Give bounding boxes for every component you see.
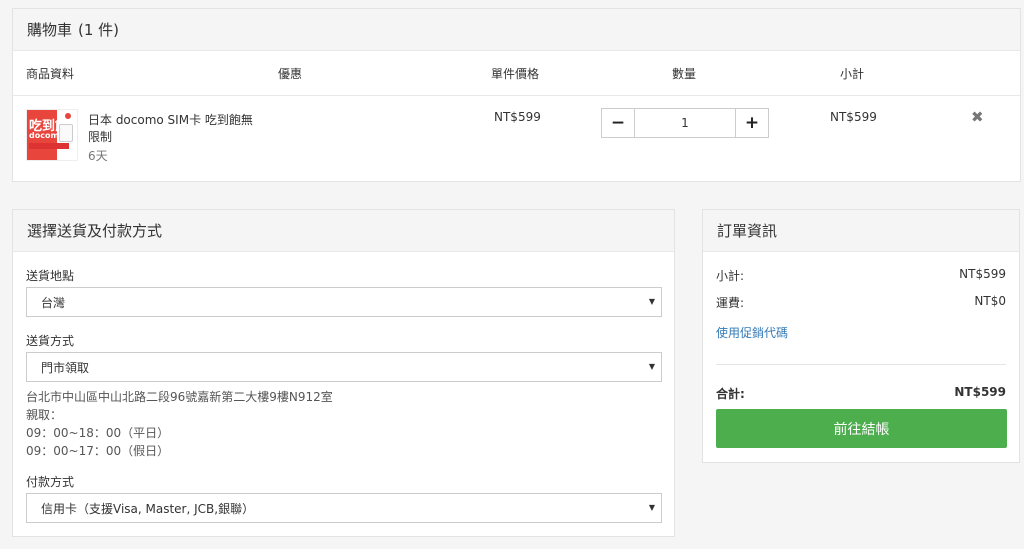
unit-price: NT$599 [494,110,541,124]
holiday-hours: 09：00~17：00（假日） [26,444,170,458]
total-value: NT$599 [954,385,1006,399]
item-subtotal: NT$599 [830,110,877,124]
shipping-fee-label: 運費: [716,296,745,310]
cart-panel: 購物車 (1 件) 商品資料 優惠 單件價格 數量 小計 吃到飽 docomo … [12,8,1021,182]
cart-header: 購物車 (1 件) [13,9,1020,51]
cart-divider [13,95,1020,96]
shipping-fee-value: NT$0 [974,294,1006,308]
subtotal-label: 小計: [716,269,745,283]
destination-select[interactable]: 台灣 ▼ [26,287,662,317]
destination-label: 送貨地點 [26,269,75,283]
promo-code-link[interactable]: 使用促銷代碼 [716,324,788,341]
cart-title: 購物車 [27,21,73,39]
column-unit-price: 單件價格 [491,67,540,81]
order-title: 訂單資訊 [717,222,778,240]
shipping-fee-row: 運費: NT$0 [716,294,1006,311]
order-header: 訂單資訊 [703,210,1019,252]
shipping-title: 選擇送貨及付款方式 [27,222,163,240]
increase-quantity-button[interactable]: + [735,109,768,137]
subtotal-value: NT$599 [959,267,1006,281]
total-row: 合計: NT$599 [716,385,1006,402]
product-name[interactable]: 日本 docomo SIM卡 吃到飽無限制 [88,112,258,146]
checkout-button[interactable]: 前往結帳 [716,409,1007,448]
subtotal-row: 小計: NT$599 [716,267,1006,284]
order-divider [716,364,1006,365]
remove-item-icon[interactable]: ✖ [971,108,984,126]
product-thumbnail[interactable]: 吃到飽 docomo [26,109,78,161]
payment-method-value: 信用卡（支援Visa, Master, JCB,銀聯） [41,501,255,516]
shipping-method-select[interactable]: 門市領取 ▼ [26,352,662,382]
quantity-input[interactable] [635,109,735,137]
weekday-hours: 09：00~18：00（平日） [26,426,170,440]
payment-method-label: 付款方式 [26,475,75,489]
pickup-label: 親取： [26,408,63,422]
decrease-quantity-button[interactable]: − [602,109,635,137]
product-variant: 6天 [88,149,108,163]
column-subtotal: 小計 [840,67,865,81]
brand-dot-icon [65,113,71,119]
pickup-address: 台北市中山區中山北路二段96號嘉新第二大樓9樓N912室 親取： 09：00~1… [26,388,333,460]
dropdown-arrow-icon: ▼ [648,362,655,371]
dropdown-arrow-icon: ▼ [648,297,655,306]
quantity-stepper: − + [601,108,769,138]
order-summary-panel: 訂單資訊 小計: NT$599 運費: NT$0 使用促銷代碼 合計: NT$5… [702,209,1020,463]
shipping-method-label: 送貨方式 [26,334,75,348]
column-quantity: 數量 [672,67,697,81]
total-label: 合計: [716,387,745,401]
cart-count: (1 件) [78,21,120,39]
column-product: 商品資料 [26,67,75,81]
sim-card-icon [59,124,73,142]
shipping-payment-panel: 選擇送貨及付款方式 送貨地點 台灣 ▼ 送貨方式 門市領取 ▼ 台北市中山區中山… [12,209,675,537]
dropdown-arrow-icon: ▼ [648,503,655,512]
column-discount: 優惠 [278,67,303,81]
pickup-address-line: 台北市中山區中山北路二段96號嘉新第二大樓9樓N912室 [26,390,333,404]
shipping-header: 選擇送貨及付款方式 [13,210,674,252]
payment-method-select[interactable]: 信用卡（支援Visa, Master, JCB,銀聯） ▼ [26,493,662,523]
destination-value: 台灣 [41,295,66,310]
shipping-method-value: 門市領取 [41,360,90,375]
